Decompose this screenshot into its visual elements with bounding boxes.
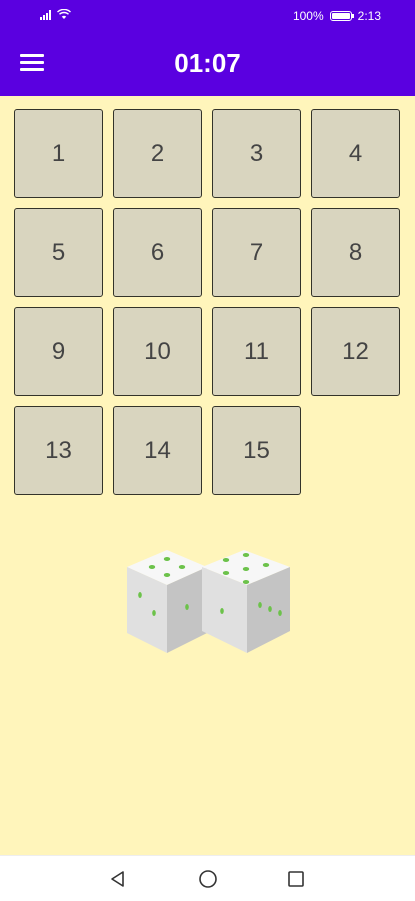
status-right: 100% 2:13	[293, 9, 381, 23]
puzzle-tile-4[interactable]: 4	[311, 109, 400, 198]
puzzle-tile-1[interactable]: 1	[14, 109, 103, 198]
game-timer: 01:07	[174, 48, 241, 78]
puzzle-tile-12[interactable]: 12	[311, 307, 400, 396]
battery-fill	[331, 13, 350, 19]
battery-percent: 100%	[292, 9, 324, 23]
puzzle-tile-6[interactable]: 6	[113, 208, 202, 297]
dice-icon[interactable]	[122, 545, 297, 660]
puzzle-tile-2[interactable]: 2	[113, 109, 202, 198]
puzzle-grid: 1 2 3 4 5 6 7 8 9 10 11 12 13 14 15	[14, 109, 400, 495]
puzzle-tile-10[interactable]: 10	[113, 307, 202, 396]
wifi-icon	[57, 9, 71, 19]
back-triangle-icon[interactable]	[108, 869, 128, 889]
status-time: 2:13	[357, 9, 381, 23]
puzzle-tile-8[interactable]: 8	[311, 208, 400, 297]
puzzle-tile-7[interactable]: 7	[212, 208, 301, 297]
puzzle-tile-13[interactable]: 13	[14, 406, 103, 495]
puzzle-tile-9[interactable]: 9	[14, 307, 103, 396]
recents-square-icon[interactable]	[286, 869, 306, 889]
puzzle-tile-15[interactable]: 15	[212, 406, 301, 495]
home-circle-icon[interactable]	[198, 869, 218, 889]
puzzle-tile-14[interactable]: 14	[113, 406, 202, 495]
puzzle-tile-3[interactable]: 3	[212, 109, 301, 198]
app-bar: 01:07	[0, 32, 415, 96]
status-bar: 100% 2:13	[0, 0, 415, 32]
puzzle-tile-5[interactable]: 5	[14, 208, 103, 297]
left-die	[127, 550, 207, 653]
right-die	[202, 550, 290, 653]
status-left	[40, 9, 71, 20]
signal-bars-icon	[40, 10, 51, 20]
empty-slot	[311, 406, 400, 495]
navigation-bar	[0, 855, 415, 901]
battery-icon	[329, 11, 354, 21]
puzzle-tile-11[interactable]: 11	[212, 307, 301, 396]
